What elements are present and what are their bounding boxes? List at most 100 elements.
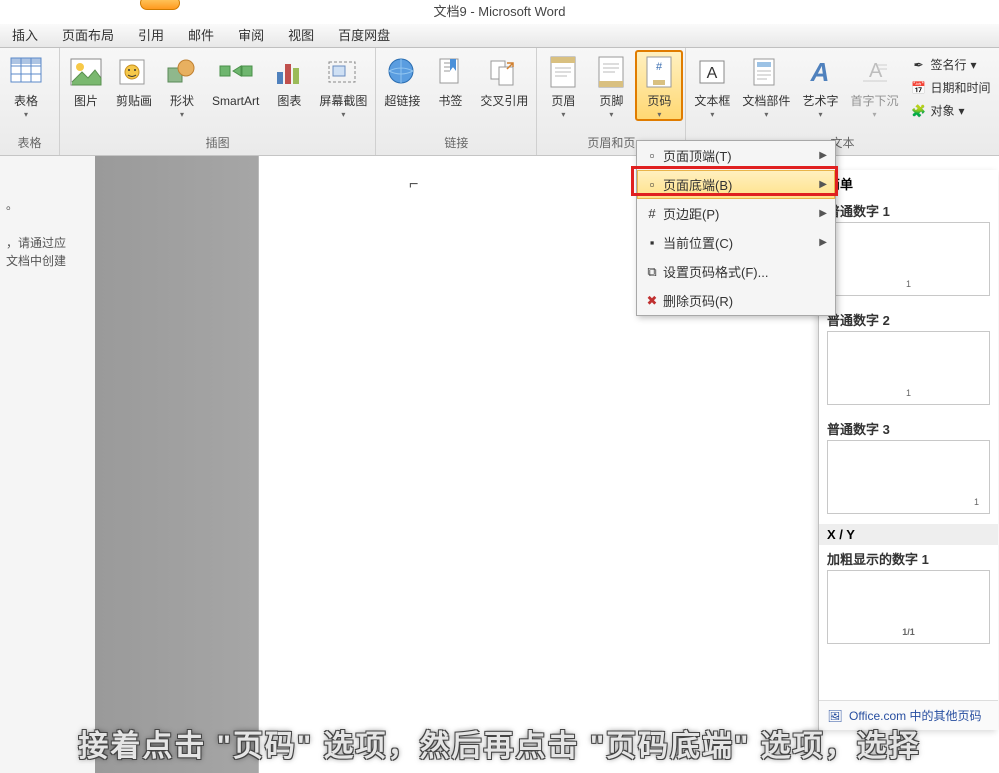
hyperlink-label: 超链接 [384,94,420,108]
menu-current-position[interactable]: ▪ 当前位置(C) ▶ [637,228,835,257]
page-margins-icon: # [641,206,663,221]
picture-label: 图片 [74,94,98,108]
picture-button[interactable]: 图片 [62,50,110,108]
tables-label: 表格 [14,94,38,108]
group-illustrations: 图片 剪贴画 形状 ▾ SmartArt 图表 屏幕截图 [60,48,376,155]
menu-page-bottom[interactable]: ▫ 页面底端(B) ▶ [637,170,835,199]
textbox-label: 文本框 [694,94,730,108]
tab-review[interactable]: 审阅 [226,24,276,48]
wordart-button[interactable]: A 艺术字 ▾ [796,50,844,119]
gallery-office-more[interactable]: 🖼 Office.com 中的其他页码 [819,700,998,730]
group-tables: 表格 ▾ 表格 [0,48,60,155]
tab-insert[interactable]: 插入 [0,24,50,48]
menu-page-margins[interactable]: # 页边距(P) ▶ [637,199,835,228]
header-button[interactable]: 页眉 ▾ [539,50,587,119]
shapes-icon [164,54,200,90]
office-icon: 🖼 [827,708,843,724]
page-top-icon: ▫ [641,148,663,163]
menu-format-pagenum[interactable]: ⧉ 设置页码格式(F)... [637,257,835,286]
navpane-text1: ，请通过应 [6,234,89,252]
menu-remove-pagenum[interactable]: ✖ 删除页码(R) [637,286,835,315]
chart-icon [271,54,307,90]
svg-text:#: # [656,61,663,73]
gallery-plain2-title: 普通数字 2 [827,310,990,329]
gallery-item-plain2[interactable]: 普通数字 2 1 [819,306,998,415]
tab-view[interactable]: 视图 [276,24,326,48]
submenu-arrow-icon: ▶ [819,150,827,161]
table-icon [8,54,44,90]
footer-button[interactable]: 页脚 ▾ [587,50,635,119]
page-bottom-icon: ▫ [641,177,663,192]
gallery-item-bold1[interactable]: 加粗显示的数字 1 1/1 [819,545,998,654]
gallery-preview-num: 1 [906,388,911,398]
menu-page-top[interactable]: ▫ 页面顶端(T) ▶ [637,141,835,170]
caret-icon: ▾ [710,110,714,119]
signature-button[interactable]: ✒ 签名行 ▾ [906,54,994,75]
bookmark-icon [432,54,468,90]
hyperlink-button[interactable]: 超链接 [378,50,426,108]
tab-references[interactable]: 引用 [126,24,176,48]
crossref-button[interactable]: 交叉引用 [474,50,534,108]
current-pos-icon: ▪ [641,235,663,250]
gallery-item-plain1[interactable]: 普通数字 1 1 [819,197,998,306]
navpane-dot: 。 [6,196,89,214]
object-icon: 🧩 [910,103,926,119]
gallery-section-xy: X / Y [819,524,998,545]
wordart-icon: A [802,54,838,90]
submenu-arrow-icon: ▶ [819,179,827,190]
gallery-preview-num: 1/1 [902,627,915,637]
gallery-item-plain3[interactable]: 普通数字 3 1 [819,415,998,524]
chart-button[interactable]: 图表 [265,50,313,108]
pagenum-menu: ▫ 页面顶端(T) ▶ ▫ 页面底端(B) ▶ # 页边距(P) ▶ ▪ 当前位… [636,140,836,316]
caret-icon: ▾ [764,110,768,119]
quickparts-button[interactable]: 文档部件 ▾ [736,50,796,119]
gallery-plain1-title: 普通数字 1 [827,201,990,220]
dropcap-button[interactable]: A 首字下沉 ▾ [844,50,904,119]
chart-label: 图表 [277,94,301,108]
shapes-button[interactable]: 形状 ▾ [158,50,206,119]
tab-mail[interactable]: 邮件 [176,24,226,48]
clipart-button[interactable]: 剪贴画 [110,50,158,108]
pagenum-label: 页码 [647,94,671,108]
wordart-label: 艺术字 [802,94,838,108]
dropcap-label: 首字下沉 [850,94,898,108]
gallery-bold1-preview: 1/1 [827,570,990,644]
object-button[interactable]: 🧩 对象 ▾ [906,100,994,121]
signature-icon: ✒ [910,57,926,73]
ribbon: 表格 ▾ 表格 图片 剪贴画 形状 ▾ SmartArt [0,48,999,156]
text-small-buttons: ✒ 签名行 ▾ 📅 日期和时间 🧩 对象 ▾ [904,50,996,125]
remove-icon: ✖ [641,293,663,309]
quickparts-icon [748,54,784,90]
textbox-button[interactable]: A 文本框 ▾ [688,50,736,119]
smartart-button[interactable]: SmartArt [206,50,265,108]
tables-button[interactable]: 表格 ▾ [2,50,50,119]
tab-baidu[interactable]: 百度网盘 [326,24,402,48]
footer-icon [593,54,629,90]
screenshot-button[interactable]: 屏幕截图 ▾ [313,50,373,119]
group-illustrations-label: 插图 [62,132,373,155]
caret-icon: ▾ [872,110,876,119]
pagenum-gallery: 简单 普通数字 1 1 普通数字 2 1 普通数字 3 1 X / Y 加粗显示… [818,170,998,730]
datetime-button[interactable]: 📅 日期和时间 [906,77,994,98]
pagenum-button[interactable]: # 页码 ▾ [635,50,683,121]
menu-format-label: 设置页码格式(F)... [663,262,768,281]
group-text: A 文本框 ▾ 文档部件 ▾ A 艺术字 ▾ A 首字下沉 ▾ ✒ [686,48,998,155]
clipart-icon [116,54,152,90]
smartart-icon [218,54,254,90]
caret-icon: ▾ [180,110,184,119]
text-cursor: ⌐ [409,176,418,194]
header-label: 页眉 [551,94,575,108]
bookmark-label: 书签 [438,94,462,108]
gallery-plain3-title: 普通数字 3 [827,419,990,438]
datetime-label: 日期和时间 [930,79,990,96]
submenu-arrow-icon: ▶ [819,237,827,248]
tab-page-layout[interactable]: 页面布局 [50,24,126,48]
menu-remove-label: 删除页码(R) [663,291,733,310]
gallery-plain1-preview: 1 [827,222,990,296]
object-label: 对象 [930,102,954,119]
svg-text:A: A [869,60,883,82]
bookmark-button[interactable]: 书签 [426,50,474,108]
group-headerfooter: 页眉 ▾ 页脚 ▾ # 页码 ▾ 页眉和页 [537,48,686,155]
format-icon: ⧉ [641,264,663,280]
signature-label: 签名行 [930,56,966,73]
